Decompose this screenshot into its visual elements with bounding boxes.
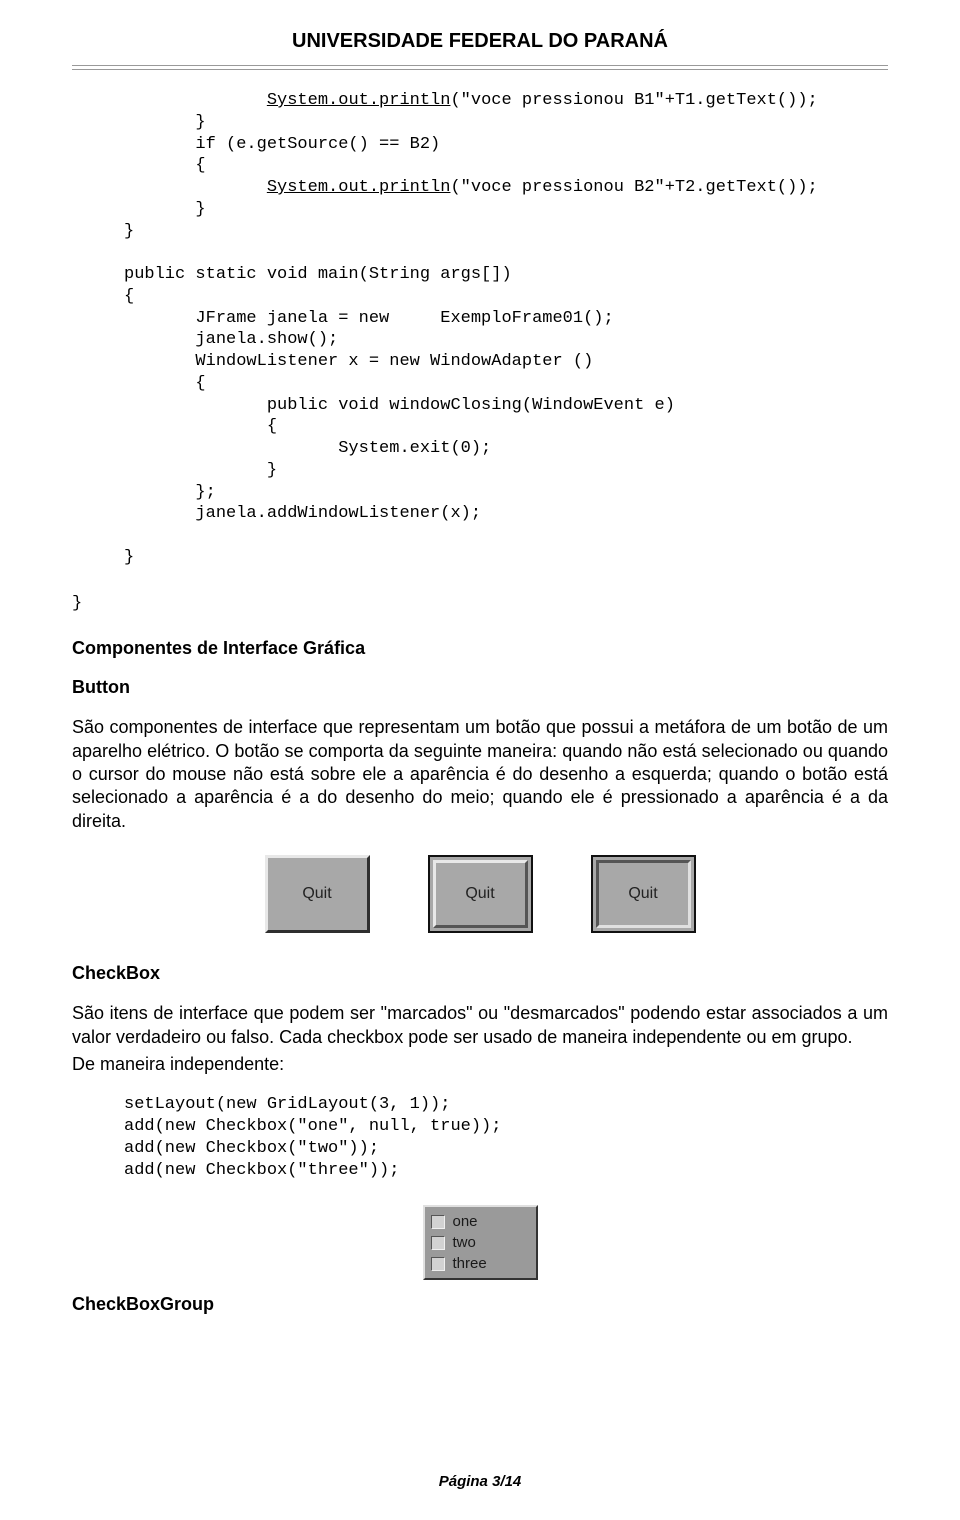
section-componentes-title: Componentes de Interface Gráfica <box>72 638 888 659</box>
checkbox-icon <box>431 1236 445 1250</box>
section-button-title: Button <box>72 677 888 698</box>
checkbox-panel-wrapper: one two three <box>72 1205 888 1280</box>
checkbox-row-three: three <box>431 1253 530 1274</box>
button-paragraph: São componentes de interface que represe… <box>72 716 888 833</box>
header-rule <box>72 65 888 70</box>
section-checkbox-title: CheckBox <box>72 963 888 984</box>
checkbox-label-three: three <box>453 1255 487 1272</box>
quit-button-label: Quit <box>302 885 331 903</box>
quit-button-normal: Quit <box>265 855 370 933</box>
checkbox-row-two: two <box>431 1232 530 1253</box>
code-block-1: System.out.println("voce pressionou B1"+… <box>124 90 888 569</box>
quit-button-label: Quit <box>628 885 657 903</box>
checkbox-independent-label: De maneira independente: <box>72 1053 888 1076</box>
checkbox-panel: one two three <box>423 1205 538 1280</box>
page-header: UNIVERSIDADE FEDERAL DO PARANÁ <box>72 30 888 53</box>
code-close-brace: } <box>72 593 888 615</box>
quit-button-hover: Quit <box>428 855 533 933</box>
checkbox-icon <box>431 1257 445 1271</box>
quit-button-pressed: Quit <box>591 855 696 933</box>
code-block-2: setLayout(new GridLayout(3, 1)); add(new… <box>124 1094 888 1181</box>
quit-button-label: Quit <box>465 885 494 903</box>
checkbox-row-one: one <box>431 1211 530 1232</box>
checkbox-label-two: two <box>453 1234 476 1251</box>
checkbox-label-one: one <box>453 1213 478 1230</box>
section-checkboxgroup-title: CheckBoxGroup <box>72 1294 888 1315</box>
page-footer: Página 3/14 <box>0 1473 960 1490</box>
quit-buttons-row: Quit Quit Quit <box>72 855 888 933</box>
checkbox-paragraph: São itens de interface que podem ser "ma… <box>72 1002 888 1049</box>
checkbox-icon <box>431 1215 445 1229</box>
